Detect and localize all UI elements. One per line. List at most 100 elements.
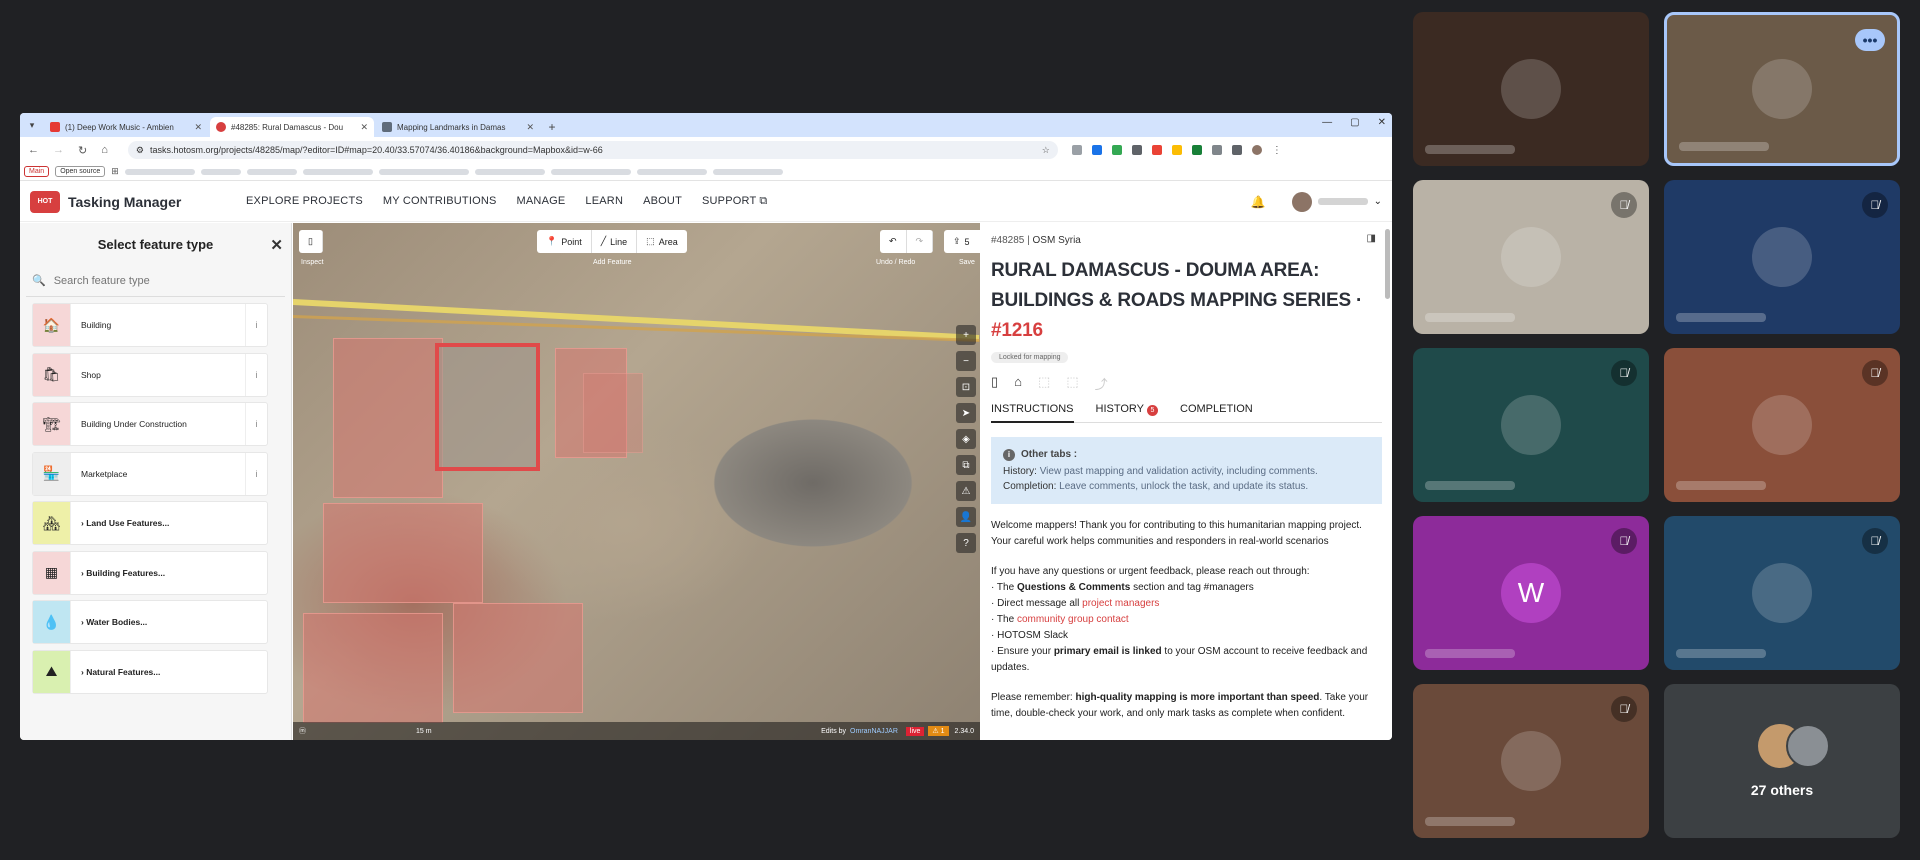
bookmark-open-source[interactable]: Open source <box>55 166 106 177</box>
tab-completion[interactable]: COMPLETION <box>1180 403 1253 416</box>
map-canvas[interactable]: ▯ Inspect 📍 Point ╱ Line ⬚ Area Add Feature… <box>293 223 980 740</box>
feature-type-item[interactable]: ▦ › Building Features... <box>32 550 268 595</box>
puzzle-icon[interactable] <box>1211 145 1222 155</box>
bookmark-item[interactable] <box>200 168 241 175</box>
inspect-toggle[interactable]: ▯ <box>299 230 323 253</box>
participant-tile[interactable]: 🎙̸ <box>1664 348 1900 502</box>
undo-button[interactable]: ↶ <box>880 230 907 253</box>
zoom-out-icon[interactable]: − <box>956 351 976 371</box>
hot-logo-icon[interactable]: HOT <box>30 190 60 213</box>
bookmark-item[interactable] <box>550 168 631 175</box>
editor-link[interactable]: OmranNAJJAR <box>850 728 898 735</box>
browser-tab-tasking[interactable]: #48285: Rural Damascus - Dou ✕ <box>210 117 374 137</box>
info-icon[interactable]: i <box>245 353 267 396</box>
building-area[interactable] <box>453 603 583 713</box>
feature-type-item[interactable]: 🏪 Marketplace i <box>32 451 268 496</box>
bookmark-item[interactable] <box>246 168 297 175</box>
forward-icon[interactable]: → <box>53 144 64 156</box>
redo-button[interactable]: ↷ <box>907 230 934 253</box>
building-area[interactable] <box>583 373 643 453</box>
site-info-icon[interactable]: ⚙ <box>136 145 144 156</box>
feature-type-item[interactable]: ⛰ › Natural Features... <box>32 649 268 694</box>
extension-icon[interactable] <box>1171 145 1182 155</box>
nav-about[interactable]: ABOUT <box>643 195 682 208</box>
extension-icon[interactable] <box>1071 145 1082 155</box>
info-icon[interactable]: i <box>245 452 267 495</box>
bookmark-star-icon[interactable]: ☆ <box>1042 145 1050 156</box>
extension-icon[interactable] <box>1151 145 1162 155</box>
map-data-icon[interactable]: ⧉ <box>956 455 976 475</box>
scrollbar[interactable] <box>1385 229 1390 299</box>
close-tab-icon[interactable]: ✕ <box>360 122 368 133</box>
participant-tile[interactable] <box>1413 12 1649 166</box>
participant-tile[interactable]: 🎙̸ <box>1664 516 1900 670</box>
project-org[interactable]: OSM Syria <box>1033 235 1081 246</box>
user-menu[interactable]: ⌄ <box>1291 191 1382 212</box>
background-layers-icon[interactable]: ◈ <box>956 429 976 449</box>
close-window-icon[interactable]: ✕ <box>1378 117 1386 128</box>
participant-tile[interactable]: W 🎙̸ <box>1413 516 1649 670</box>
nav-support[interactable]: SUPPORT ⧉ <box>702 195 768 208</box>
nav-explore-projects[interactable]: EXPLORE PROJECTS <box>246 195 363 208</box>
tab-search-icon[interactable]: ▾ <box>20 113 44 137</box>
notification-bell-icon[interactable]: 🔔 <box>1251 195 1266 209</box>
zoom-to-selection-icon[interactable]: ⊡ <box>956 377 976 397</box>
bookmark-item[interactable] <box>124 168 195 175</box>
save-control[interactable]: ⇪ 5 <box>944 230 979 253</box>
nav-learn[interactable]: LEARN <box>585 195 623 208</box>
tab-history[interactable]: HISTORY 5 <box>1096 403 1158 416</box>
feature-type-item[interactable]: 🏘 › Land Use Features... <box>32 501 268 545</box>
back-icon[interactable]: ← <box>28 144 39 156</box>
building-outline-icon[interactable]: ▯ <box>991 374 998 393</box>
project-managers-link[interactable]: project managers <box>1082 598 1159 609</box>
tab-instructions[interactable]: INSTRUCTIONS <box>991 403 1074 423</box>
new-tab-icon[interactable]: + <box>542 117 562 137</box>
save-button[interactable]: ⇪ 5 <box>944 230 980 253</box>
more-options-icon[interactable]: ••• <box>1855 29 1885 51</box>
browser-tab-music[interactable]: (1) Deep Work Music - Ambien ✕ <box>44 117 208 137</box>
brand-name[interactable]: Tasking Manager <box>68 194 246 210</box>
help-icon[interactable]: ? <box>956 533 976 553</box>
feature-type-item[interactable]: 🛍 Shop i <box>32 352 268 397</box>
bookmark-item[interactable] <box>636 168 707 175</box>
nav-manage[interactable]: MANAGE <box>517 195 566 208</box>
profile-icon[interactable] <box>1251 145 1262 155</box>
feature-type-item[interactable]: 🏗 Building Under Construction i <box>32 402 268 446</box>
home-icon[interactable]: ⌂ <box>1014 374 1022 393</box>
close-icon[interactable]: ✕ <box>270 236 283 254</box>
bookmark-item[interactable] <box>474 168 545 175</box>
selected-building-area[interactable] <box>435 343 540 471</box>
bookmark-item[interactable] <box>302 168 373 175</box>
participant-tile[interactable]: 🎙̸ <box>1413 180 1649 334</box>
reload-icon[interactable]: ↻ <box>78 144 87 157</box>
participant-tile[interactable]: 🎙̸ <box>1664 180 1900 334</box>
extension-icon[interactable] <box>1111 145 1122 155</box>
zoom-in-icon[interactable]: + <box>956 325 976 345</box>
geolocate-icon[interactable]: ➤ <box>956 403 976 423</box>
bookmark-item[interactable] <box>712 168 783 175</box>
extension-icon[interactable] <box>1131 145 1142 155</box>
browser-tab-landmarks[interactable]: Mapping Landmarks in Damas ✕ <box>376 117 540 137</box>
extension-icon[interactable] <box>1091 145 1102 155</box>
close-tab-icon[interactable]: ✕ <box>194 122 202 133</box>
building-area[interactable] <box>333 338 443 498</box>
minimize-icon[interactable]: — <box>1322 117 1332 128</box>
add-point-button[interactable]: 📍 Point <box>537 230 592 253</box>
participant-tile[interactable]: 🎙̸ <box>1413 348 1649 502</box>
participant-tile[interactable]: 🎙̸ <box>1413 684 1649 838</box>
feature-type-item[interactable]: 🏠 Building i <box>32 303 268 347</box>
download-icon[interactable] <box>1231 145 1242 155</box>
nav-my-contributions[interactable]: MY CONTRIBUTIONS <box>383 195 497 208</box>
maximize-icon[interactable]: ▢ <box>1350 117 1359 128</box>
bookmark-item[interactable] <box>378 168 469 175</box>
close-tab-icon[interactable]: ✕ <box>526 122 534 133</box>
menu-kebab-icon[interactable]: ⋮ <box>1272 145 1282 156</box>
home-icon[interactable]: ⌂ <box>101 144 108 156</box>
apps-grid-icon[interactable]: ⊞ <box>111 166 119 177</box>
participant-tile[interactable]: ••• <box>1664 12 1900 166</box>
feature-type-item[interactable]: 💧 › Water Bodies... <box>32 600 268 644</box>
add-line-button[interactable]: ╱ Line <box>592 230 638 253</box>
preferences-icon[interactable]: 👤 <box>956 507 976 527</box>
info-icon[interactable]: i <box>245 403 267 445</box>
bookmark-main[interactable]: Main <box>24 166 50 177</box>
